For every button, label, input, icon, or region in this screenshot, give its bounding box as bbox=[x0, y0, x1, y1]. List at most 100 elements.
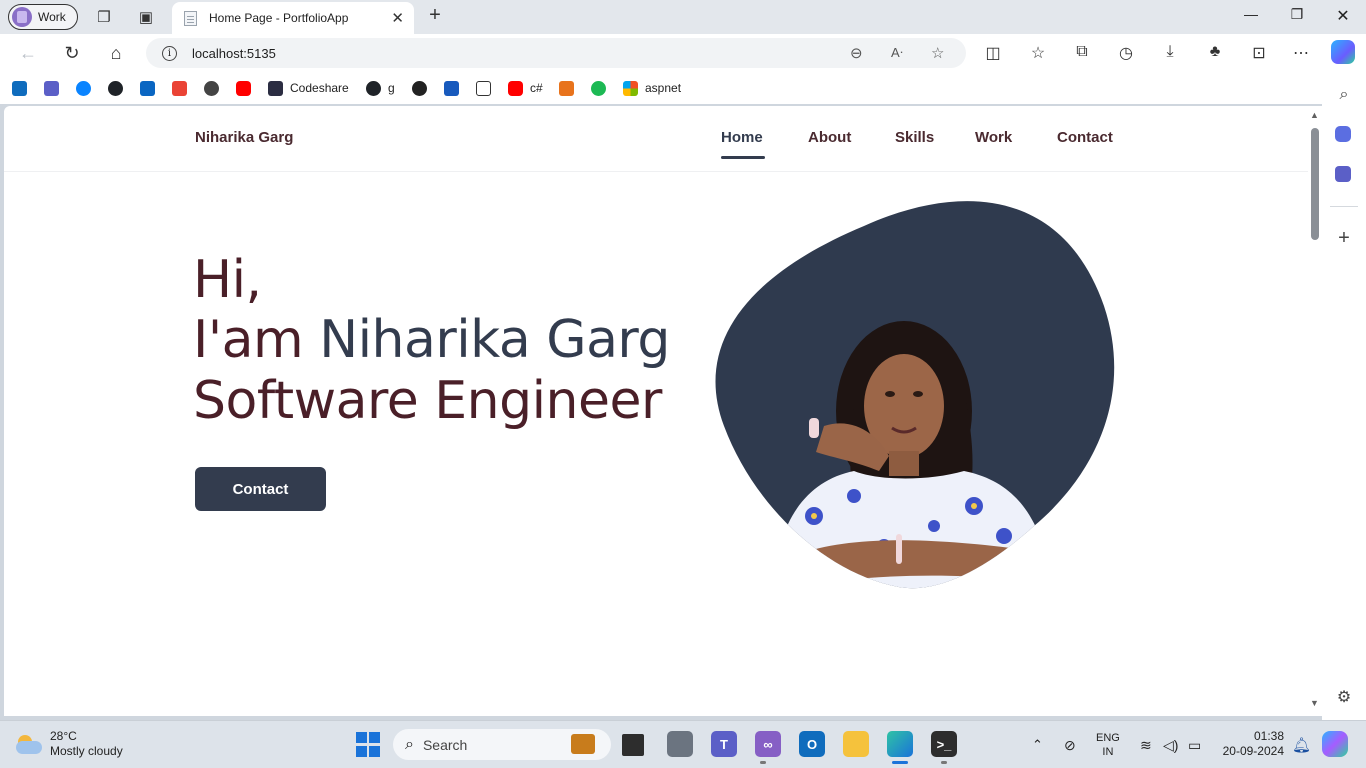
outlook-app-icon[interactable]: O bbox=[799, 731, 825, 757]
notification-bell-icon[interactable]: 🔔︎ bbox=[1292, 721, 1311, 768]
workspaces-icon[interactable]: ❐ bbox=[93, 6, 115, 28]
favorite-aspnet[interactable]: aspnet bbox=[623, 80, 681, 96]
spotify-icon bbox=[591, 80, 606, 96]
favorite-outlook[interactable] bbox=[12, 80, 27, 96]
refresh-button[interactable]: ↻ bbox=[60, 42, 84, 64]
favorite-chatgpt[interactable] bbox=[204, 80, 219, 96]
favorite-youtube[interactable] bbox=[236, 80, 251, 96]
favorites-icon[interactable]: ☆ bbox=[1027, 43, 1049, 63]
history-icon[interactable]: ◷ bbox=[1115, 43, 1137, 63]
teams-icon[interactable] bbox=[1335, 166, 1351, 182]
restore-button[interactable]: ❐ bbox=[1282, 6, 1312, 23]
search-icon[interactable]: ⌕ bbox=[1335, 86, 1353, 104]
favorite-teams[interactable] bbox=[44, 80, 59, 96]
home-button[interactable]: ⌂ bbox=[104, 42, 128, 64]
favorite-star-icon[interactable]: ☆ bbox=[931, 44, 944, 62]
close-window-button[interactable]: ✕ bbox=[1328, 6, 1358, 26]
add-icon[interactable]: + bbox=[1335, 227, 1353, 249]
terminal-app-icon[interactable]: >_ bbox=[931, 731, 957, 757]
tab-close-icon[interactable]: ✕ bbox=[391, 9, 404, 27]
profile-button[interactable]: Work bbox=[8, 4, 78, 30]
favorite-spotify[interactable] bbox=[591, 80, 606, 96]
onedrive-icon bbox=[76, 80, 91, 96]
weather-desc: Mostly cloudy bbox=[50, 744, 123, 758]
extensions-icon[interactable]: ♣ bbox=[1204, 43, 1226, 61]
gmail-icon bbox=[172, 80, 187, 96]
edge-app-icon[interactable] bbox=[887, 731, 913, 757]
favorite-github-g[interactable]: g bbox=[366, 80, 395, 96]
favorite-word[interactable] bbox=[444, 80, 459, 96]
back-button[interactable]: ← bbox=[16, 42, 40, 64]
windows-taskbar: 28°C Mostly cloudy ⌕ Search T ∞ O >_ ⌃ ⊘… bbox=[0, 720, 1366, 768]
teams-icon bbox=[44, 80, 59, 96]
favorite-github[interactable] bbox=[108, 80, 123, 96]
nav-home[interactable]: Home bbox=[721, 129, 763, 146]
nav-about[interactable]: About bbox=[808, 129, 851, 146]
favorite-onedrive[interactable] bbox=[76, 80, 91, 96]
taskbar-search[interactable]: ⌕ Search bbox=[393, 729, 611, 760]
nav-skills[interactable]: Skills bbox=[895, 129, 934, 146]
new-tab-button[interactable]: + bbox=[424, 4, 446, 26]
favorite-linkedin[interactable] bbox=[140, 80, 155, 96]
contact-button[interactable]: Contact bbox=[195, 467, 326, 511]
clock[interactable]: 01:38 20-09-2024 bbox=[1222, 729, 1284, 759]
chatgpt-icon bbox=[204, 80, 219, 96]
youtube-icon bbox=[508, 80, 523, 96]
zoom-icon[interactable]: ⊖ bbox=[850, 44, 863, 62]
running-indicator bbox=[941, 761, 947, 764]
weather-widget[interactable]: 28°C Mostly cloudy bbox=[14, 729, 123, 759]
address-bar[interactable]: i localhost:5135 ⊖ Aᐧ ☆ bbox=[146, 38, 966, 68]
tab-actions-icon[interactable]: ▣ bbox=[135, 6, 157, 28]
favorite-c-doc[interactable] bbox=[476, 80, 491, 96]
show-hidden-icons[interactable]: ⌃ bbox=[1032, 721, 1043, 768]
teams-app-icon[interactable]: T bbox=[711, 731, 737, 757]
battery-icon[interactable]: ▭ bbox=[1188, 721, 1201, 768]
briefcase-icon bbox=[571, 734, 595, 754]
split-screen-icon[interactable]: ◫ bbox=[982, 43, 1004, 63]
favorite-youtube-csharp[interactable]: c# bbox=[508, 80, 543, 96]
hero-greeting: Hi, bbox=[193, 250, 262, 310]
nav-work[interactable]: Work bbox=[975, 129, 1012, 146]
favorite-c-site[interactable] bbox=[412, 80, 427, 96]
onedrive-status-icon[interactable]: ⊘ bbox=[1064, 721, 1076, 768]
scroll-up-arrow[interactable]: ▲ bbox=[1310, 110, 1319, 120]
visual-studio-icon[interactable]: ∞ bbox=[755, 731, 781, 757]
scroll-down-arrow[interactable]: ▼ bbox=[1310, 698, 1319, 708]
task-view-icon[interactable] bbox=[622, 734, 644, 756]
copilot-taskbar-icon[interactable] bbox=[1322, 731, 1348, 757]
wifi-icon[interactable]: ≋ bbox=[1140, 721, 1152, 768]
person-icon bbox=[559, 80, 574, 96]
site-info-icon[interactable]: i bbox=[162, 45, 177, 61]
collections-icon[interactable]: ⧉ bbox=[1071, 43, 1093, 61]
weather-temp: 28°C bbox=[50, 729, 77, 743]
url-text: localhost:5135 bbox=[192, 45, 276, 61]
word-icon bbox=[444, 80, 459, 96]
language-indicator[interactable]: ENG IN bbox=[1096, 721, 1120, 768]
read-aloud-icon[interactable]: Aᐧ bbox=[891, 45, 903, 61]
hero-intro-prefix: I'am bbox=[193, 310, 320, 370]
camera-app-icon[interactable] bbox=[667, 731, 693, 757]
gear-icon[interactable]: ⚙ bbox=[1335, 688, 1353, 706]
favorite-label: aspnet bbox=[645, 81, 682, 95]
lang-line2: IN bbox=[1102, 746, 1114, 758]
site-brand[interactable]: Niharika Garg bbox=[195, 129, 293, 146]
minimize-button[interactable]: — bbox=[1236, 6, 1266, 22]
downloads-icon[interactable]: ⤓ bbox=[1159, 43, 1181, 61]
copilot-icon[interactable] bbox=[1331, 40, 1355, 64]
scroll-thumb[interactable] bbox=[1311, 128, 1319, 240]
tab-active[interactable]: Home Page - PortfolioApp ✕ bbox=[172, 2, 414, 34]
running-indicator bbox=[760, 761, 766, 764]
copilot-sidebar-icon[interactable] bbox=[1335, 126, 1351, 142]
page-scrollbar[interactable]: ▲ ▼ bbox=[1308, 106, 1322, 716]
favorite-codeshare[interactable]: Codeshare bbox=[268, 80, 349, 96]
address-toolbar: ← ↻ ⌂ i localhost:5135 ⊖ Aᐧ ☆ ◫ ☆ ⧉ ◷ ⤓ … bbox=[0, 34, 1366, 72]
start-button[interactable] bbox=[355, 731, 381, 757]
nav-contact[interactable]: Contact bbox=[1057, 129, 1113, 146]
screenshot-icon[interactable]: ⊡ bbox=[1248, 43, 1270, 63]
file-explorer-icon[interactable] bbox=[843, 731, 869, 757]
favorite-gmail[interactable] bbox=[172, 80, 187, 96]
favorite-profile[interactable] bbox=[559, 80, 574, 96]
volume-icon[interactable]: ◁) bbox=[1163, 721, 1178, 768]
search-icon: ⌕ bbox=[405, 735, 414, 753]
more-menu-icon[interactable]: ⋯ bbox=[1290, 43, 1312, 63]
